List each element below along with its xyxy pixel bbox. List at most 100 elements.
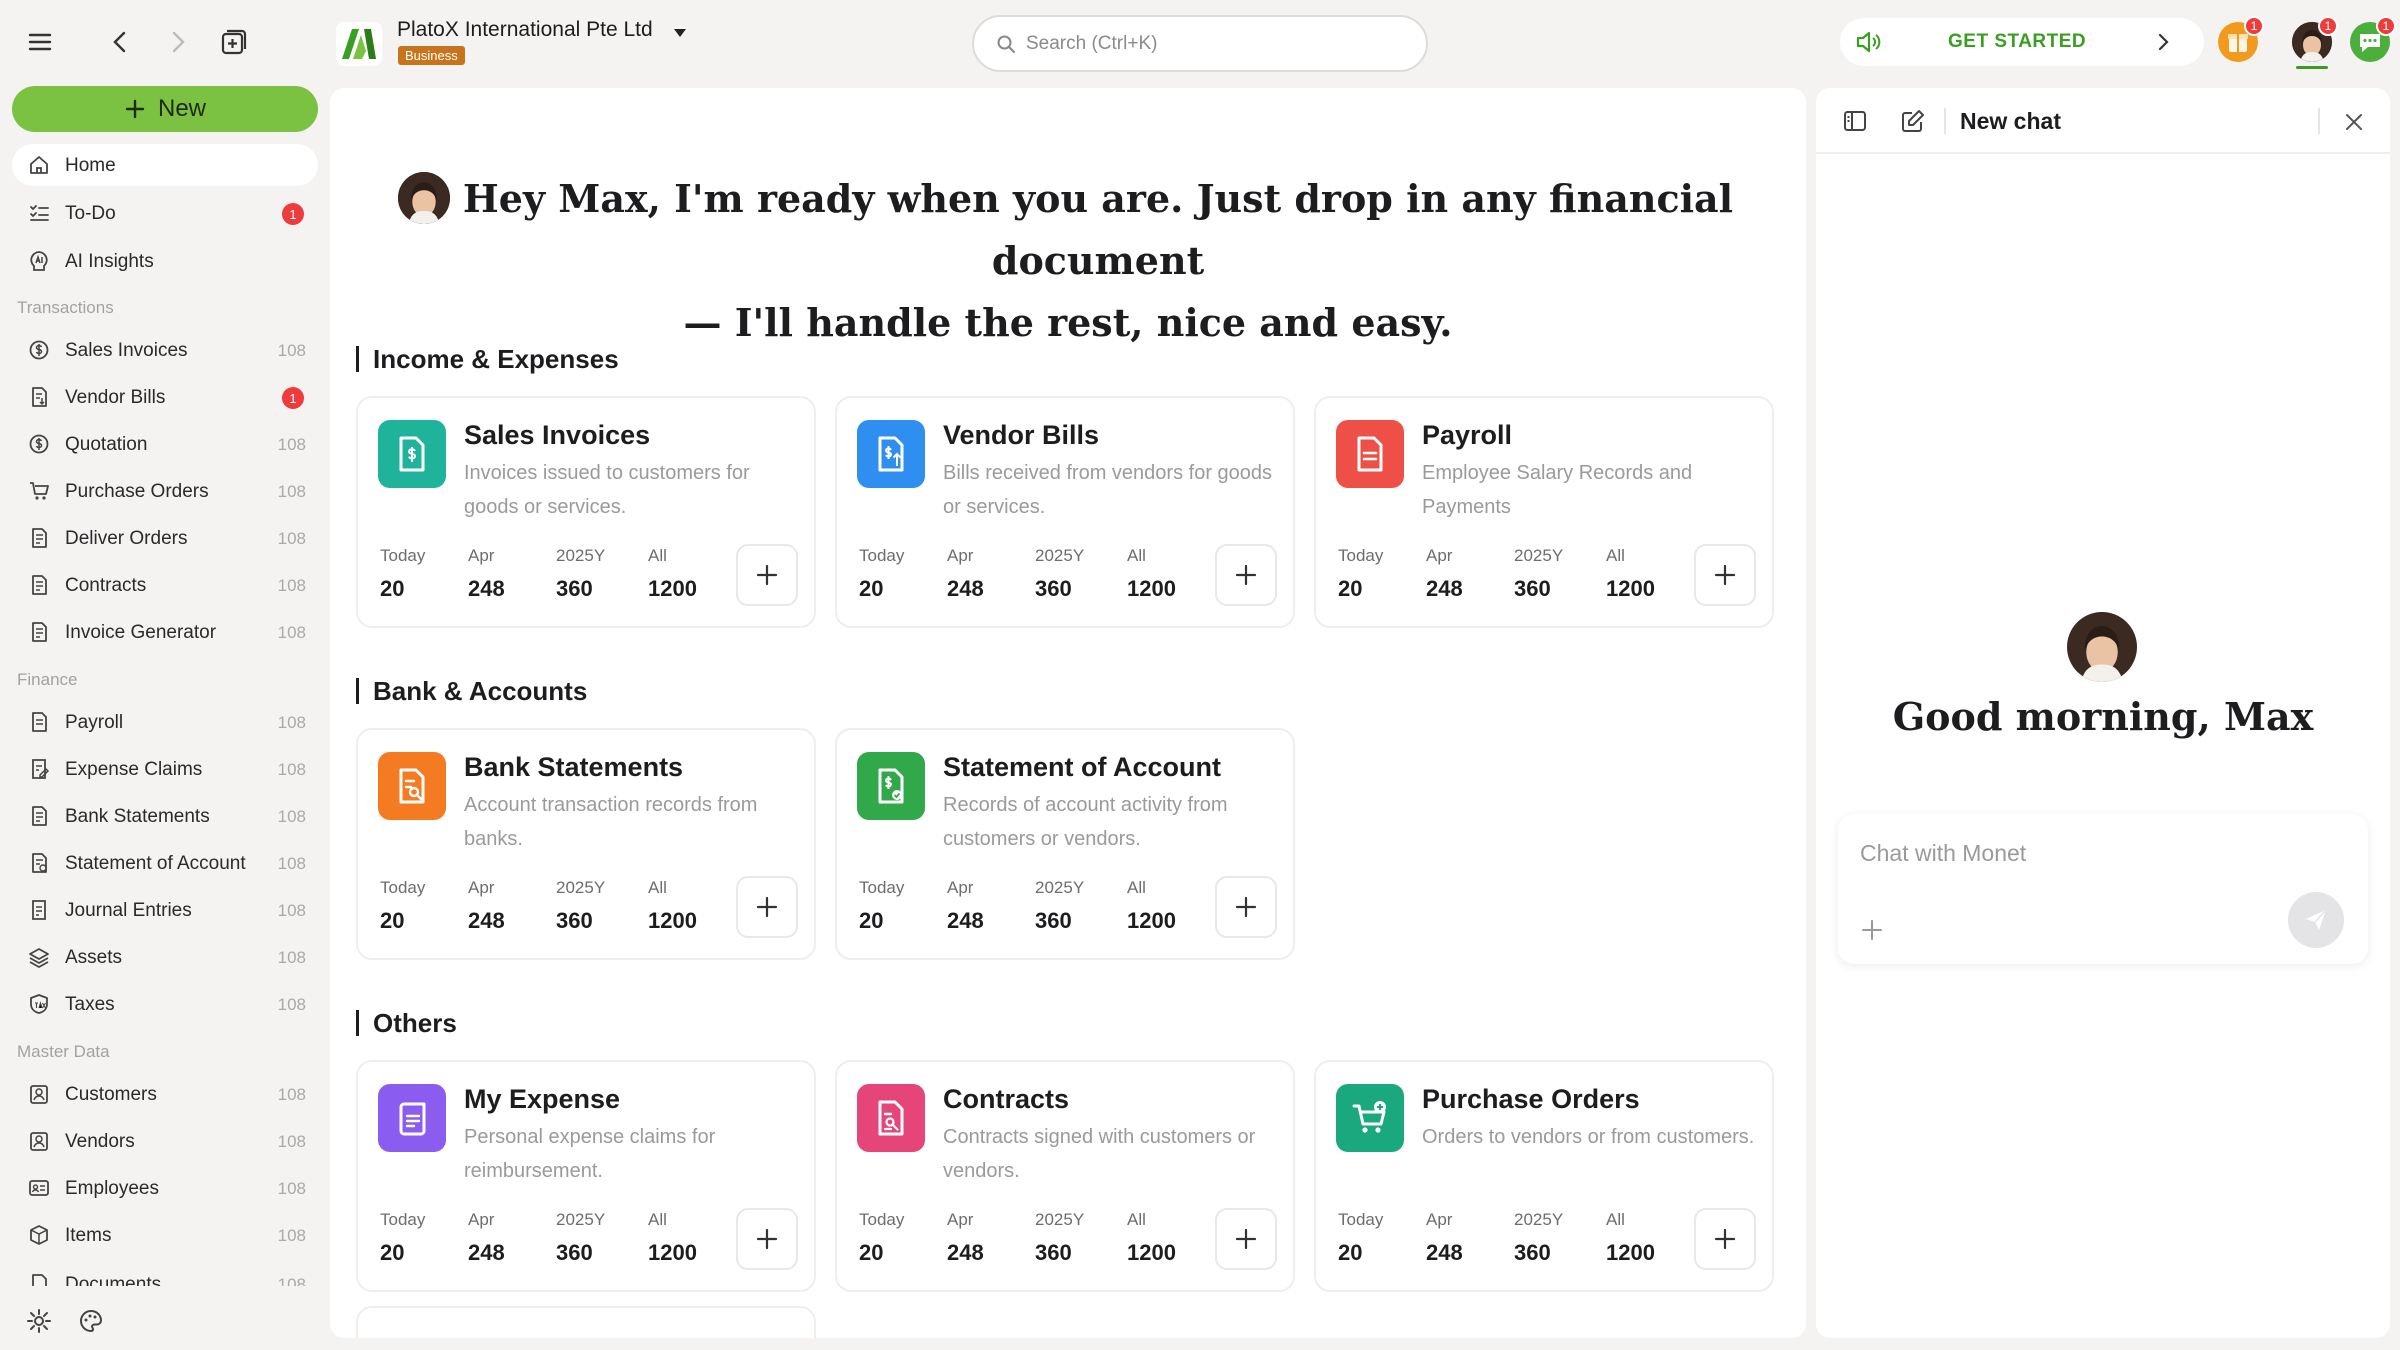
sidebar-item-vendors[interactable]: Vendors 108 xyxy=(12,1120,318,1162)
card-description: Account transaction records from banks. xyxy=(464,794,758,850)
sales-invoice-icon xyxy=(378,420,446,488)
company-logo[interactable] xyxy=(336,22,382,66)
main-content: Hey Max, I'm ready when you are. Just dr… xyxy=(330,88,1806,1338)
card-description: Orders to vendors or from customers. xyxy=(1422,1126,1755,1148)
stat-label: Apr xyxy=(1426,546,1453,565)
card-purchase-orders[interactable]: Purchase Orders Orders to vendors or fro… xyxy=(1314,1060,1774,1292)
chat-input[interactable]: Chat with Monet xyxy=(1838,814,2368,964)
sidebar-item-count: 108 xyxy=(277,1132,306,1151)
send-button[interactable] xyxy=(2288,892,2344,948)
stat-label: Apr xyxy=(468,1210,495,1229)
stat-value: 20 xyxy=(859,908,884,933)
add-button[interactable] xyxy=(1694,544,1756,606)
stat-label: All xyxy=(648,878,667,897)
card-my-expense[interactable]: My Expense Personal expense claims for r… xyxy=(356,1060,816,1292)
sidebar-toggle-icon[interactable] xyxy=(1842,108,1868,134)
sidebar-item-count: 108 xyxy=(277,760,306,779)
new-window-icon[interactable] xyxy=(214,22,254,62)
stat-label: Apr xyxy=(947,878,974,897)
tax-shield-icon xyxy=(30,994,48,1014)
sidebar-item-label: Sales Invoices xyxy=(65,340,188,361)
back-icon[interactable] xyxy=(100,22,140,62)
sidebar-item-contracts[interactable]: Contracts 108 xyxy=(12,564,318,606)
sidebar-item-employees[interactable]: Employees 108 xyxy=(12,1167,318,1209)
stat-label: Today xyxy=(859,1210,905,1229)
statement-account-icon xyxy=(857,752,925,820)
group-title: Others xyxy=(356,1010,457,1036)
compose-icon[interactable] xyxy=(1900,108,1926,134)
sidebar-item-deliver-orders[interactable]: Deliver Orders 108 xyxy=(12,517,318,559)
add-button[interactable] xyxy=(1215,876,1277,938)
card-partial[interactable] xyxy=(356,1306,816,1338)
close-icon[interactable] xyxy=(2342,110,2366,134)
card-payroll[interactable]: Payroll Employee Salary Records and Paym… xyxy=(1314,396,1774,628)
sidebar-item-taxes[interactable]: Taxes 108 xyxy=(12,983,318,1025)
sidebar-item-count: 108 xyxy=(277,623,306,642)
sidebar-item-documents[interactable]: Documents 108 xyxy=(12,1268,318,1286)
sidebar-item-assets[interactable]: Assets 108 xyxy=(12,936,318,978)
sidebar-item-vendor-bills[interactable]: Vendor Bills 1 xyxy=(12,376,318,418)
sidebar-item-ai-insights[interactable]: AI Insights xyxy=(12,240,318,282)
sidebar-item-count: 108 xyxy=(277,576,306,595)
journal-icon xyxy=(32,900,46,920)
add-button[interactable] xyxy=(1694,1208,1756,1270)
sidebar-item-payroll[interactable]: Payroll 108 xyxy=(12,701,318,743)
assistant-avatar xyxy=(2067,612,2137,682)
stat-value: 1200 xyxy=(1606,576,1655,601)
add-button[interactable] xyxy=(736,1208,798,1270)
palette-icon[interactable] xyxy=(78,1308,104,1334)
sidebar-item-sales-invoices[interactable]: Sales Invoices 108 xyxy=(12,329,318,371)
documents-icon xyxy=(32,1274,47,1286)
card-title: Purchase Orders xyxy=(1422,1084,1640,1114)
card-sales-invoices[interactable]: Sales Invoices Invoices issued to custom… xyxy=(356,396,816,628)
card-contracts[interactable]: Contracts Contracts signed with customer… xyxy=(835,1060,1295,1292)
stat-value: 1200 xyxy=(1606,1240,1655,1265)
hero-line-1: Hey Max, I'm ready when you are. Just dr… xyxy=(462,176,1734,283)
menu-icon[interactable] xyxy=(20,22,60,62)
sidebar-section-title: Finance xyxy=(17,670,78,689)
get-started-button[interactable]: GET STARTED xyxy=(1840,18,2204,66)
sidebar-item-bank-statements[interactable]: Bank Statements 108 xyxy=(12,795,318,837)
sidebar-item-todo[interactable]: To-Do 1 xyxy=(12,192,318,234)
add-button[interactable] xyxy=(736,876,798,938)
sidebar-item-label: Payroll xyxy=(65,712,124,733)
company-name[interactable]: PlatoX International Pte Ltd xyxy=(397,18,653,42)
sidebar-item-journal-entries[interactable]: Journal Entries 108 xyxy=(12,889,318,931)
sidebar-item-count: 108 xyxy=(277,995,306,1014)
chevron-down-icon[interactable] xyxy=(672,26,688,40)
new-button[interactable]: New xyxy=(12,86,318,132)
stat-value: 248 xyxy=(1426,1240,1463,1265)
stat-label: Apr xyxy=(947,546,974,565)
card-title: Contracts xyxy=(943,1084,1070,1114)
add-button[interactable] xyxy=(1215,544,1277,606)
sidebar-item-label: Statement of Account xyxy=(65,853,246,874)
sidebar-item-invoice-generator[interactable]: Invoice Generator 108 xyxy=(12,611,318,653)
sidebar-item-customers[interactable]: Customers 108 xyxy=(12,1073,318,1115)
sidebar-item-home[interactable]: Home xyxy=(12,144,318,186)
sidebar-item-label: Customers xyxy=(65,1084,157,1105)
sidebar-item-quotation[interactable]: Quotation 108 xyxy=(12,423,318,465)
sidebar-item-items[interactable]: Items 108 xyxy=(12,1214,318,1256)
stat-label: 2025Y xyxy=(556,1210,606,1229)
card-statement-of-account[interactable]: Statement of Account Records of account … xyxy=(835,728,1295,960)
settings-icon[interactable] xyxy=(26,1308,52,1334)
stat-value: 1200 xyxy=(1127,908,1176,933)
stat-value: 248 xyxy=(947,1240,984,1265)
chat-placeholder: Chat with Monet xyxy=(1860,840,2027,866)
forward-icon[interactable] xyxy=(158,22,198,62)
add-button[interactable] xyxy=(1215,1208,1277,1270)
sidebar-item-statement-of-account[interactable]: Statement of Account 108 xyxy=(12,842,318,884)
home-icon xyxy=(30,156,48,174)
stat-value: 248 xyxy=(468,908,505,933)
sidebar-item-count: 108 xyxy=(277,1226,306,1245)
stat-value: 20 xyxy=(859,576,884,601)
add-button[interactable] xyxy=(736,544,798,606)
attach-plus-icon[interactable] xyxy=(1860,918,1884,942)
sidebar-item-purchase-orders[interactable]: Purchase Orders 108 xyxy=(12,470,318,512)
card-bank-statements[interactable]: Bank Statements Account transaction reco… xyxy=(356,728,816,960)
box-icon xyxy=(30,1225,48,1245)
sidebar-item-expense-claims[interactable]: Expense Claims 108 xyxy=(12,748,318,790)
search-input[interactable]: Search (Ctrl+K) xyxy=(972,15,1428,72)
card-vendor-bills[interactable]: Vendor Bills Bills received from vendors… xyxy=(835,396,1295,628)
sidebar-item-count: 108 xyxy=(277,341,306,360)
